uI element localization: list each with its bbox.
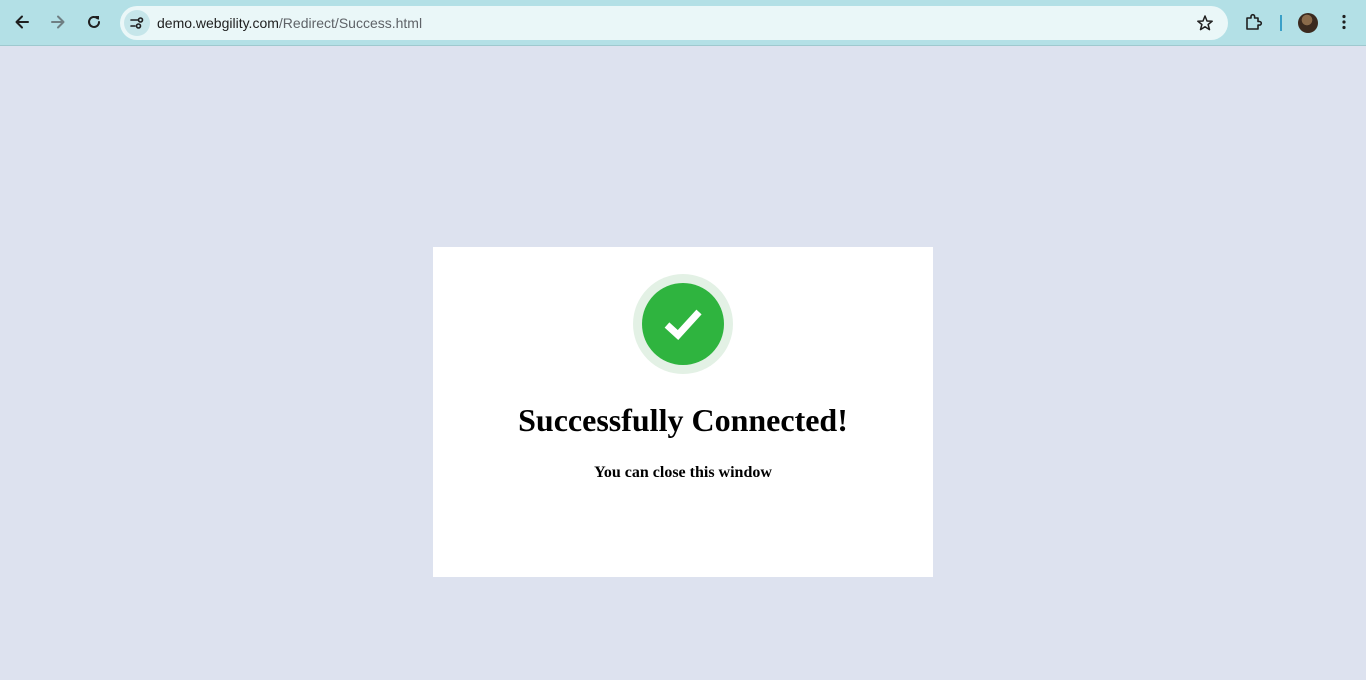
url-path: /Redirect/Success.html <box>278 15 423 31</box>
url-text[interactable]: demo.webgility.com/Redirect/Success.html <box>157 15 422 31</box>
address-bar[interactable]: demo.webgility.com/Redirect/Success.html <box>120 6 1228 40</box>
success-card: Successfully Connected! You can close th… <box>433 247 933 577</box>
forward-button[interactable] <box>43 7 73 37</box>
arrow-left-icon <box>15 15 29 29</box>
browser-toolbar: demo.webgility.com/Redirect/Success.html <box>0 0 1366 46</box>
success-badge <box>642 283 724 365</box>
reload-icon <box>88 15 100 28</box>
checkmark-icon <box>664 309 702 340</box>
bookmark-button[interactable] <box>1194 12 1216 34</box>
page-viewport: Successfully Connected! You can close th… <box>0 46 1366 680</box>
success-message: You can close this window <box>594 464 772 481</box>
extensions-button[interactable] <box>1239 7 1269 37</box>
kebab-menu-icon <box>1342 14 1346 30</box>
star-icon <box>1197 15 1213 31</box>
reload-button[interactable] <box>79 7 109 37</box>
toolbar-separator <box>1280 15 1282 31</box>
profile-avatar[interactable] <box>1298 13 1318 33</box>
puzzle-icon <box>1246 13 1263 30</box>
success-title: Successfully Connected! <box>518 402 848 438</box>
arrow-right-icon <box>51 15 65 29</box>
site-info-button[interactable] <box>124 10 150 36</box>
success-icon-ring <box>633 274 733 374</box>
back-button[interactable] <box>7 7 37 37</box>
url-domain: demo.webgility.com <box>157 15 279 31</box>
tune-icon <box>130 17 144 29</box>
browser-menu-button[interactable] <box>1329 7 1359 37</box>
